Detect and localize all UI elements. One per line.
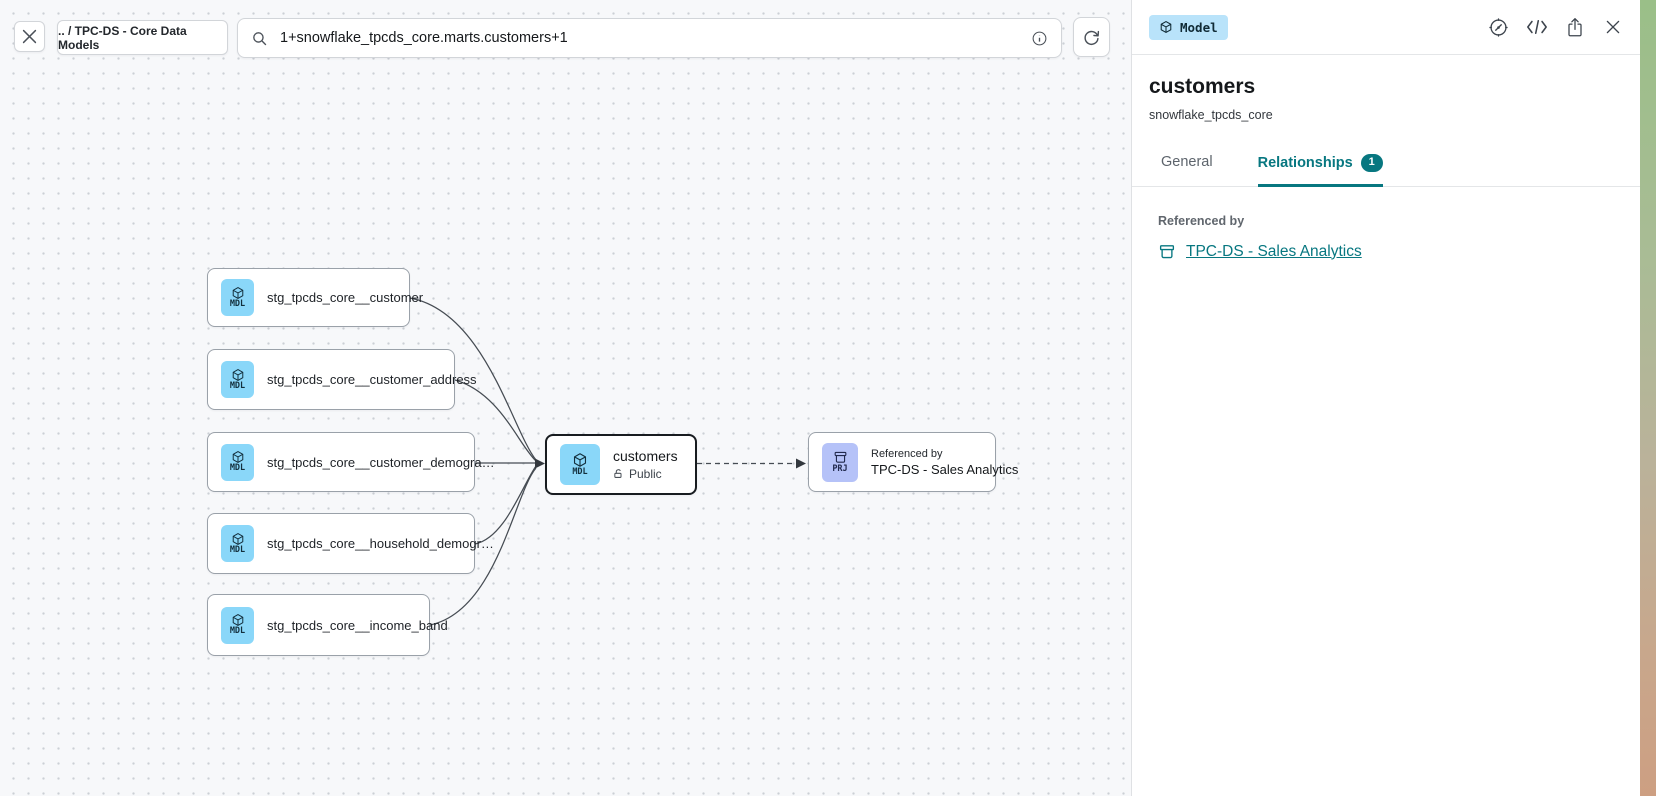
resource-type-badge: Model <box>1149 15 1228 40</box>
project-subtitle: snowflake_tpcds_core <box>1149 108 1616 122</box>
close-icon <box>20 27 39 46</box>
referencing-project-link[interactable]: TPC-DS - Sales Analytics <box>1158 243 1362 261</box>
referencing-project-name: TPC-DS - Sales Analytics <box>1186 243 1362 261</box>
lineage-edges <box>0 0 1131 796</box>
graph-node-stg-tpcds-core-customer-address[interactable]: MDL stg_tpcds_core__customer_address <box>207 349 455 410</box>
breadcrumb-label: .. / TPC-DS - Core Data Models <box>58 24 227 52</box>
referenced-by-label: Referenced by <box>1158 214 1616 228</box>
lineage-canvas[interactable]: .. / TPC-DS - Core Data Models MDL stg_t… <box>0 0 1131 796</box>
tab-general[interactable]: General <box>1161 154 1213 186</box>
explore-compass-icon[interactable] <box>1487 16 1510 39</box>
graph-node-stg-tpcds-core-customer[interactable]: MDL stg_tpcds_core__customer <box>207 268 410 327</box>
resource-type-label: Model <box>1180 20 1218 35</box>
share-icon[interactable] <box>1563 16 1586 39</box>
breadcrumb[interactable]: .. / TPC-DS - Core Data Models <box>57 20 228 55</box>
graph-node-referencing-project[interactable]: PRJ Referenced by TPC-DS - Sales Analyti… <box>808 432 996 492</box>
model-icon: MDL <box>221 607 254 644</box>
project-icon: PRJ <box>822 443 858 482</box>
desktop-wallpaper-edge <box>1640 0 1656 796</box>
graph-node-stg-tpcds-core-customer-demographics[interactable]: MDL stg_tpcds_core__customer_demogra… <box>207 432 475 492</box>
lineage-selector-bar[interactable] <box>237 18 1062 58</box>
code-icon[interactable] <box>1525 16 1548 39</box>
model-icon: MDL <box>221 525 254 562</box>
details-panel: Model customers snowflake_tpcds_core <box>1131 0 1640 796</box>
referenced-by-section: Referenced by TPC-DS - Sales Analytics <box>1132 187 1640 266</box>
project-archive-icon <box>1158 243 1176 261</box>
graph-node-stg-tpcds-core-income-band[interactable]: MDL stg_tpcds_core__income_band <box>207 594 430 656</box>
model-icon: MDL <box>221 361 254 398</box>
relationships-count-badge: 1 <box>1361 154 1383 172</box>
close-panel-icon[interactable] <box>1601 16 1624 39</box>
public-access-icon <box>613 468 624 480</box>
model-icon: MDL <box>221 279 254 316</box>
info-icon[interactable] <box>1031 30 1048 47</box>
tab-relationships-label: Relationships <box>1258 155 1353 171</box>
tab-relationships[interactable]: Relationships 1 <box>1258 154 1383 187</box>
details-tabs: General Relationships 1 <box>1132 154 1640 187</box>
selector-input[interactable] <box>278 29 1021 47</box>
search-icon <box>251 30 268 47</box>
details-panel-header: Model <box>1132 0 1640 55</box>
page-title: customers <box>1149 75 1616 99</box>
lineage-explorer-app: .. / TPC-DS - Core Data Models MDL stg_t… <box>0 0 1656 796</box>
graph-node-stg-tpcds-core-household-demographics[interactable]: MDL stg_tpcds_core__household_demogr… <box>207 513 475 574</box>
exit-lineage-button[interactable] <box>14 21 45 52</box>
model-icon: MDL <box>560 444 600 485</box>
refresh-icon <box>1082 28 1101 47</box>
model-icon: MDL <box>221 444 254 481</box>
access-label: Public <box>629 467 662 481</box>
graph-node-customers-selected[interactable]: MDL customers Public <box>545 434 697 495</box>
model-cube-icon <box>1159 20 1173 34</box>
refresh-lineage-button[interactable] <box>1073 17 1110 57</box>
